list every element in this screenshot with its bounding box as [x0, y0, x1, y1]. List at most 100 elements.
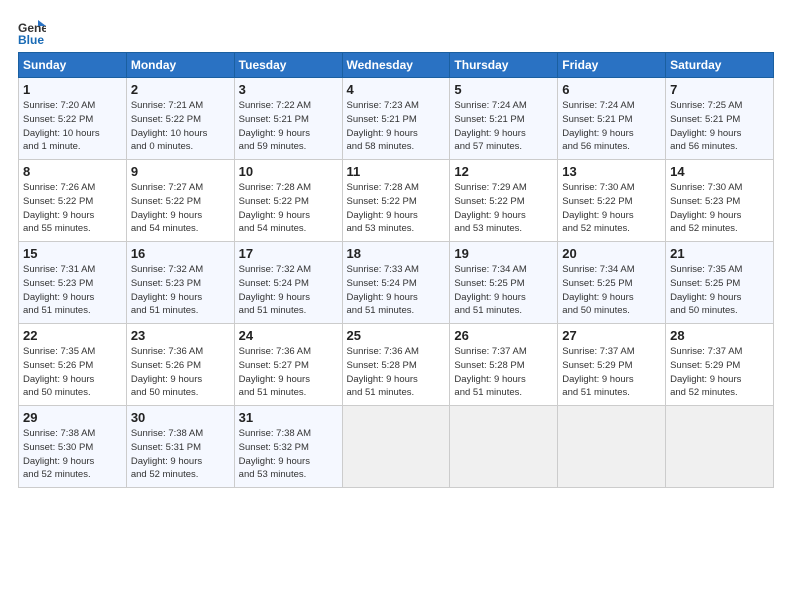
calendar-cell: 11Sunrise: 7:28 AM Sunset: 5:22 PM Dayli… [342, 160, 450, 242]
week-row-2: 8 Sunrise: 7:26 AM Sunset: 5:22 PM Daylig… [19, 160, 774, 242]
day-info: Sunrise: 7:32 AM Sunset: 5:24 PM Dayligh… [239, 263, 338, 318]
day-info: Sunrise: 7:35 AM Sunset: 5:26 PM Dayligh… [23, 345, 122, 400]
day-info: Sunrise: 7:34 AM Sunset: 5:25 PM Dayligh… [562, 263, 661, 318]
calendar-cell: 7Sunrise: 7:25 AM Sunset: 5:21 PM Daylig… [666, 78, 774, 160]
weekday-header-row: SundayMondayTuesdayWednesdayThursdayFrid… [19, 53, 774, 78]
header-row: General Blue [18, 18, 774, 46]
calendar-table: SundayMondayTuesdayWednesdayThursdayFrid… [18, 52, 774, 488]
day-number: 31 [239, 410, 338, 425]
day-info: Sunrise: 7:36 AM Sunset: 5:26 PM Dayligh… [131, 345, 230, 400]
calendar-cell: 15Sunrise: 7:31 AM Sunset: 5:23 PM Dayli… [19, 242, 127, 324]
day-info: Sunrise: 7:36 AM Sunset: 5:28 PM Dayligh… [347, 345, 446, 400]
day-info: Sunrise: 7:34 AM Sunset: 5:25 PM Dayligh… [454, 263, 553, 318]
calendar-cell: 3Sunrise: 7:22 AM Sunset: 5:21 PM Daylig… [234, 78, 342, 160]
weekday-header-sunday: Sunday [19, 53, 127, 78]
calendar-cell: 23 Sunrise: 7:36 AM Sunset: 5:26 PM Dayli… [126, 324, 234, 406]
day-info: Sunrise: 7:38 AM Sunset: 5:30 PM Dayligh… [23, 427, 122, 482]
day-number: 8 [23, 164, 122, 179]
day-info: Sunrise: 7:32 AM Sunset: 5:23 PM Dayligh… [131, 263, 230, 318]
day-info: Sunrise: 7:29 AM Sunset: 5:22 PM Dayligh… [454, 181, 553, 236]
day-number: 1 [23, 82, 122, 97]
day-info: Sunrise: 7:37 AM Sunset: 5:29 PM Dayligh… [670, 345, 769, 400]
day-number: 12 [454, 164, 553, 179]
day-number: 5 [454, 82, 553, 97]
calendar-cell [558, 406, 666, 488]
calendar-cell: 12 Sunrise: 7:29 AM Sunset: 5:22 PM Dayli… [450, 160, 558, 242]
day-info: Sunrise: 7:23 AM Sunset: 5:21 PM Dayligh… [347, 99, 446, 154]
svg-text:Blue: Blue [18, 33, 44, 46]
day-number: 15 [23, 246, 122, 261]
day-info: Sunrise: 7:33 AM Sunset: 5:24 PM Dayligh… [347, 263, 446, 318]
calendar-cell [666, 406, 774, 488]
weekday-header-monday: Monday [126, 53, 234, 78]
calendar-cell: 25 Sunrise: 7:36 AM Sunset: 5:28 PM Dayli… [342, 324, 450, 406]
day-info: Sunrise: 7:27 AM Sunset: 5:22 PM Dayligh… [131, 181, 230, 236]
day-number: 23 [131, 328, 230, 343]
day-number: 9 [131, 164, 230, 179]
day-info: Sunrise: 7:20 AM Sunset: 5:22 PM Dayligh… [23, 99, 122, 154]
calendar-header: SundayMondayTuesdayWednesdayThursdayFrid… [19, 53, 774, 78]
page-container: General Blue SundayMondayTuesdayWednesda… [0, 0, 792, 498]
day-number: 2 [131, 82, 230, 97]
day-number: 21 [670, 246, 769, 261]
day-number: 13 [562, 164, 661, 179]
day-number: 28 [670, 328, 769, 343]
weekday-header-thursday: Thursday [450, 53, 558, 78]
calendar-cell: 21 Sunrise: 7:35 AM Sunset: 5:25 PM Dayli… [666, 242, 774, 324]
day-info: Sunrise: 7:28 AM Sunset: 5:22 PM Dayligh… [239, 181, 338, 236]
week-row-3: 15Sunrise: 7:31 AM Sunset: 5:23 PM Dayli… [19, 242, 774, 324]
day-number: 24 [239, 328, 338, 343]
day-number: 11 [347, 164, 446, 179]
day-info: Sunrise: 7:37 AM Sunset: 5:29 PM Dayligh… [562, 345, 661, 400]
calendar-cell: 22 Sunrise: 7:35 AM Sunset: 5:26 PM Dayli… [19, 324, 127, 406]
day-number: 10 [239, 164, 338, 179]
calendar-body: 1 Sunrise: 7:20 AM Sunset: 5:22 PM Daylig… [19, 78, 774, 488]
calendar-cell: 19 Sunrise: 7:34 AM Sunset: 5:25 PM Dayli… [450, 242, 558, 324]
week-row-4: 22 Sunrise: 7:35 AM Sunset: 5:26 PM Dayli… [19, 324, 774, 406]
calendar-cell: 26 Sunrise: 7:37 AM Sunset: 5:28 PM Dayli… [450, 324, 558, 406]
week-row-1: 1 Sunrise: 7:20 AM Sunset: 5:22 PM Daylig… [19, 78, 774, 160]
calendar-cell: 4 Sunrise: 7:23 AM Sunset: 5:21 PM Daylig… [342, 78, 450, 160]
day-number: 7 [670, 82, 769, 97]
calendar-cell: 14 Sunrise: 7:30 AM Sunset: 5:23 PM Dayli… [666, 160, 774, 242]
calendar-cell: 28 Sunrise: 7:37 AM Sunset: 5:29 PM Dayli… [666, 324, 774, 406]
day-number: 22 [23, 328, 122, 343]
calendar-cell: 1 Sunrise: 7:20 AM Sunset: 5:22 PM Daylig… [19, 78, 127, 160]
day-number: 16 [131, 246, 230, 261]
day-number: 25 [347, 328, 446, 343]
day-info: Sunrise: 7:37 AM Sunset: 5:28 PM Dayligh… [454, 345, 553, 400]
weekday-header-wednesday: Wednesday [342, 53, 450, 78]
weekday-header-friday: Friday [558, 53, 666, 78]
day-number: 6 [562, 82, 661, 97]
day-number: 4 [347, 82, 446, 97]
calendar-cell: 2Sunrise: 7:21 AM Sunset: 5:22 PM Daylig… [126, 78, 234, 160]
day-info: Sunrise: 7:24 AM Sunset: 5:21 PM Dayligh… [454, 99, 553, 154]
calendar-cell: 9 Sunrise: 7:27 AM Sunset: 5:22 PM Daylig… [126, 160, 234, 242]
day-info: Sunrise: 7:35 AM Sunset: 5:25 PM Dayligh… [670, 263, 769, 318]
calendar-cell: 5 Sunrise: 7:24 AM Sunset: 5:21 PM Daylig… [450, 78, 558, 160]
day-info: Sunrise: 7:38 AM Sunset: 5:32 PM Dayligh… [239, 427, 338, 482]
day-number: 26 [454, 328, 553, 343]
calendar-cell: 18Sunrise: 7:33 AM Sunset: 5:24 PM Dayli… [342, 242, 450, 324]
week-row-5: 29 Sunrise: 7:38 AM Sunset: 5:30 PM Dayli… [19, 406, 774, 488]
day-number: 27 [562, 328, 661, 343]
weekday-header-saturday: Saturday [666, 53, 774, 78]
calendar-cell [450, 406, 558, 488]
logo-icon: General Blue [18, 18, 46, 46]
calendar-cell: 24 Sunrise: 7:36 AM Sunset: 5:27 PM Dayli… [234, 324, 342, 406]
weekday-header-tuesday: Tuesday [234, 53, 342, 78]
calendar-cell: 17 Sunrise: 7:32 AM Sunset: 5:24 PM Dayli… [234, 242, 342, 324]
day-info: Sunrise: 7:36 AM Sunset: 5:27 PM Dayligh… [239, 345, 338, 400]
calendar-cell: 30Sunrise: 7:38 AM Sunset: 5:31 PM Dayli… [126, 406, 234, 488]
day-number: 17 [239, 246, 338, 261]
day-info: Sunrise: 7:38 AM Sunset: 5:31 PM Dayligh… [131, 427, 230, 482]
calendar-cell: 31 Sunrise: 7:38 AM Sunset: 5:32 PM Dayli… [234, 406, 342, 488]
day-info: Sunrise: 7:26 AM Sunset: 5:22 PM Dayligh… [23, 181, 122, 236]
calendar-cell: 29 Sunrise: 7:38 AM Sunset: 5:30 PM Dayli… [19, 406, 127, 488]
calendar-cell: 20Sunrise: 7:34 AM Sunset: 5:25 PM Dayli… [558, 242, 666, 324]
day-number: 29 [23, 410, 122, 425]
day-info: Sunrise: 7:30 AM Sunset: 5:23 PM Dayligh… [670, 181, 769, 236]
calendar-cell [342, 406, 450, 488]
day-number: 19 [454, 246, 553, 261]
day-number: 14 [670, 164, 769, 179]
